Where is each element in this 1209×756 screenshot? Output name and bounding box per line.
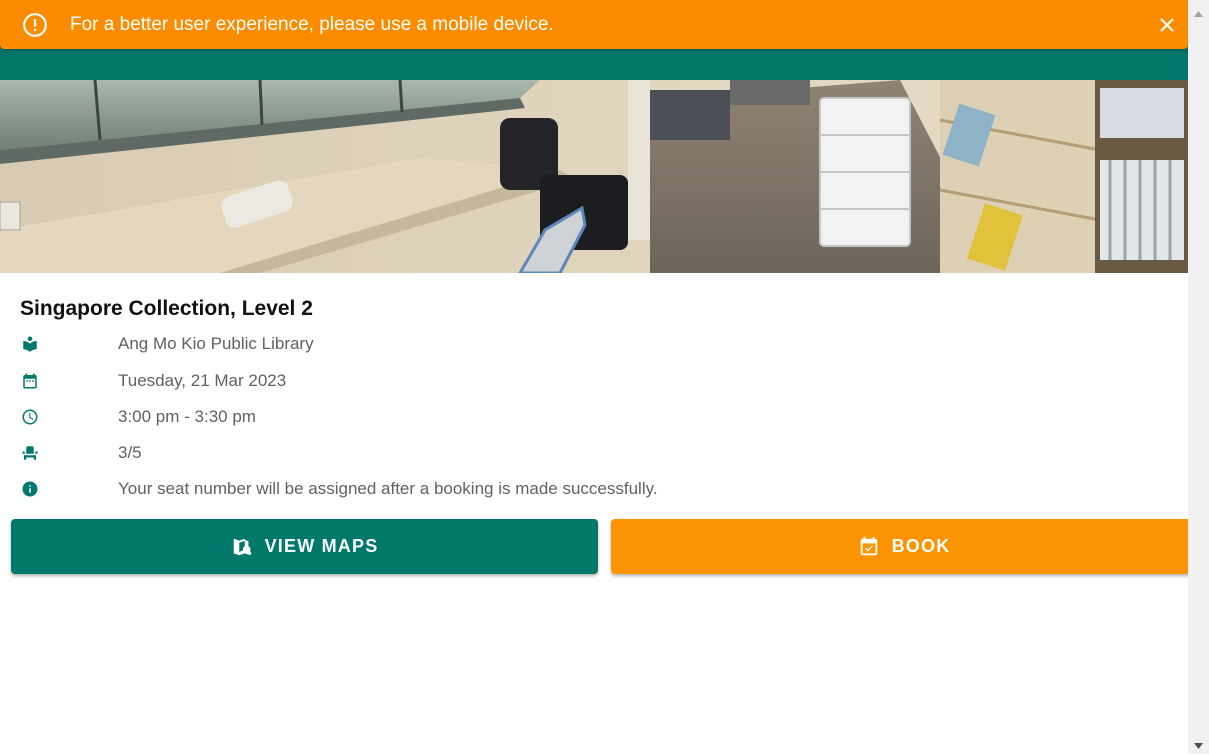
seat-icon [21, 444, 39, 462]
date-row: Tuesday, 21 Mar 2023 [0, 368, 1188, 394]
book-button[interactable]: BOOK [611, 519, 1188, 574]
seat-note: Your seat number will be assigned after … [118, 479, 658, 498]
view-maps-button[interactable]: VIEW MAPS [11, 519, 598, 574]
alert-circle-icon [22, 12, 48, 38]
clock-icon [21, 408, 39, 426]
info-icon [21, 480, 39, 498]
book-label: BOOK [891, 536, 951, 556]
mobile-device-banner: For a better user experience, please use… [0, 0, 1188, 49]
library-row: Ang Mo Kio Public Library [0, 331, 1188, 357]
venue-title: Singapore Collection, Level 2 [20, 297, 313, 320]
time-row: 3:00 pm - 3:30 pm [0, 404, 1188, 430]
scroll-down-arrow-icon[interactable] [1193, 738, 1204, 749]
banner-message: For a better user experience, please use… [70, 14, 554, 35]
page: Singapore Collection, Level 2 Ang Mo Kio… [0, 0, 1188, 754]
seats-row: 3/5 [0, 440, 1188, 466]
calendar-check-icon [860, 536, 877, 555]
library-name: Ang Mo Kio Public Library [118, 334, 314, 353]
map-search-icon [233, 538, 252, 555]
scroll-up-arrow-icon[interactable] [1193, 6, 1204, 17]
view-maps-label: VIEW MAPS [264, 536, 379, 556]
calendar-icon [21, 372, 39, 390]
booking-time: 3:00 pm - 3:30 pm [118, 407, 256, 426]
seat-availability: 3/5 [118, 443, 142, 462]
book-icon [21, 335, 39, 353]
close-icon[interactable] [1154, 12, 1180, 38]
venue-photo [0, 80, 1188, 273]
note-row: Your seat number will be assigned after … [0, 476, 1188, 502]
booking-date: Tuesday, 21 Mar 2023 [118, 371, 287, 390]
vertical-scrollbar[interactable] [1188, 0, 1209, 754]
